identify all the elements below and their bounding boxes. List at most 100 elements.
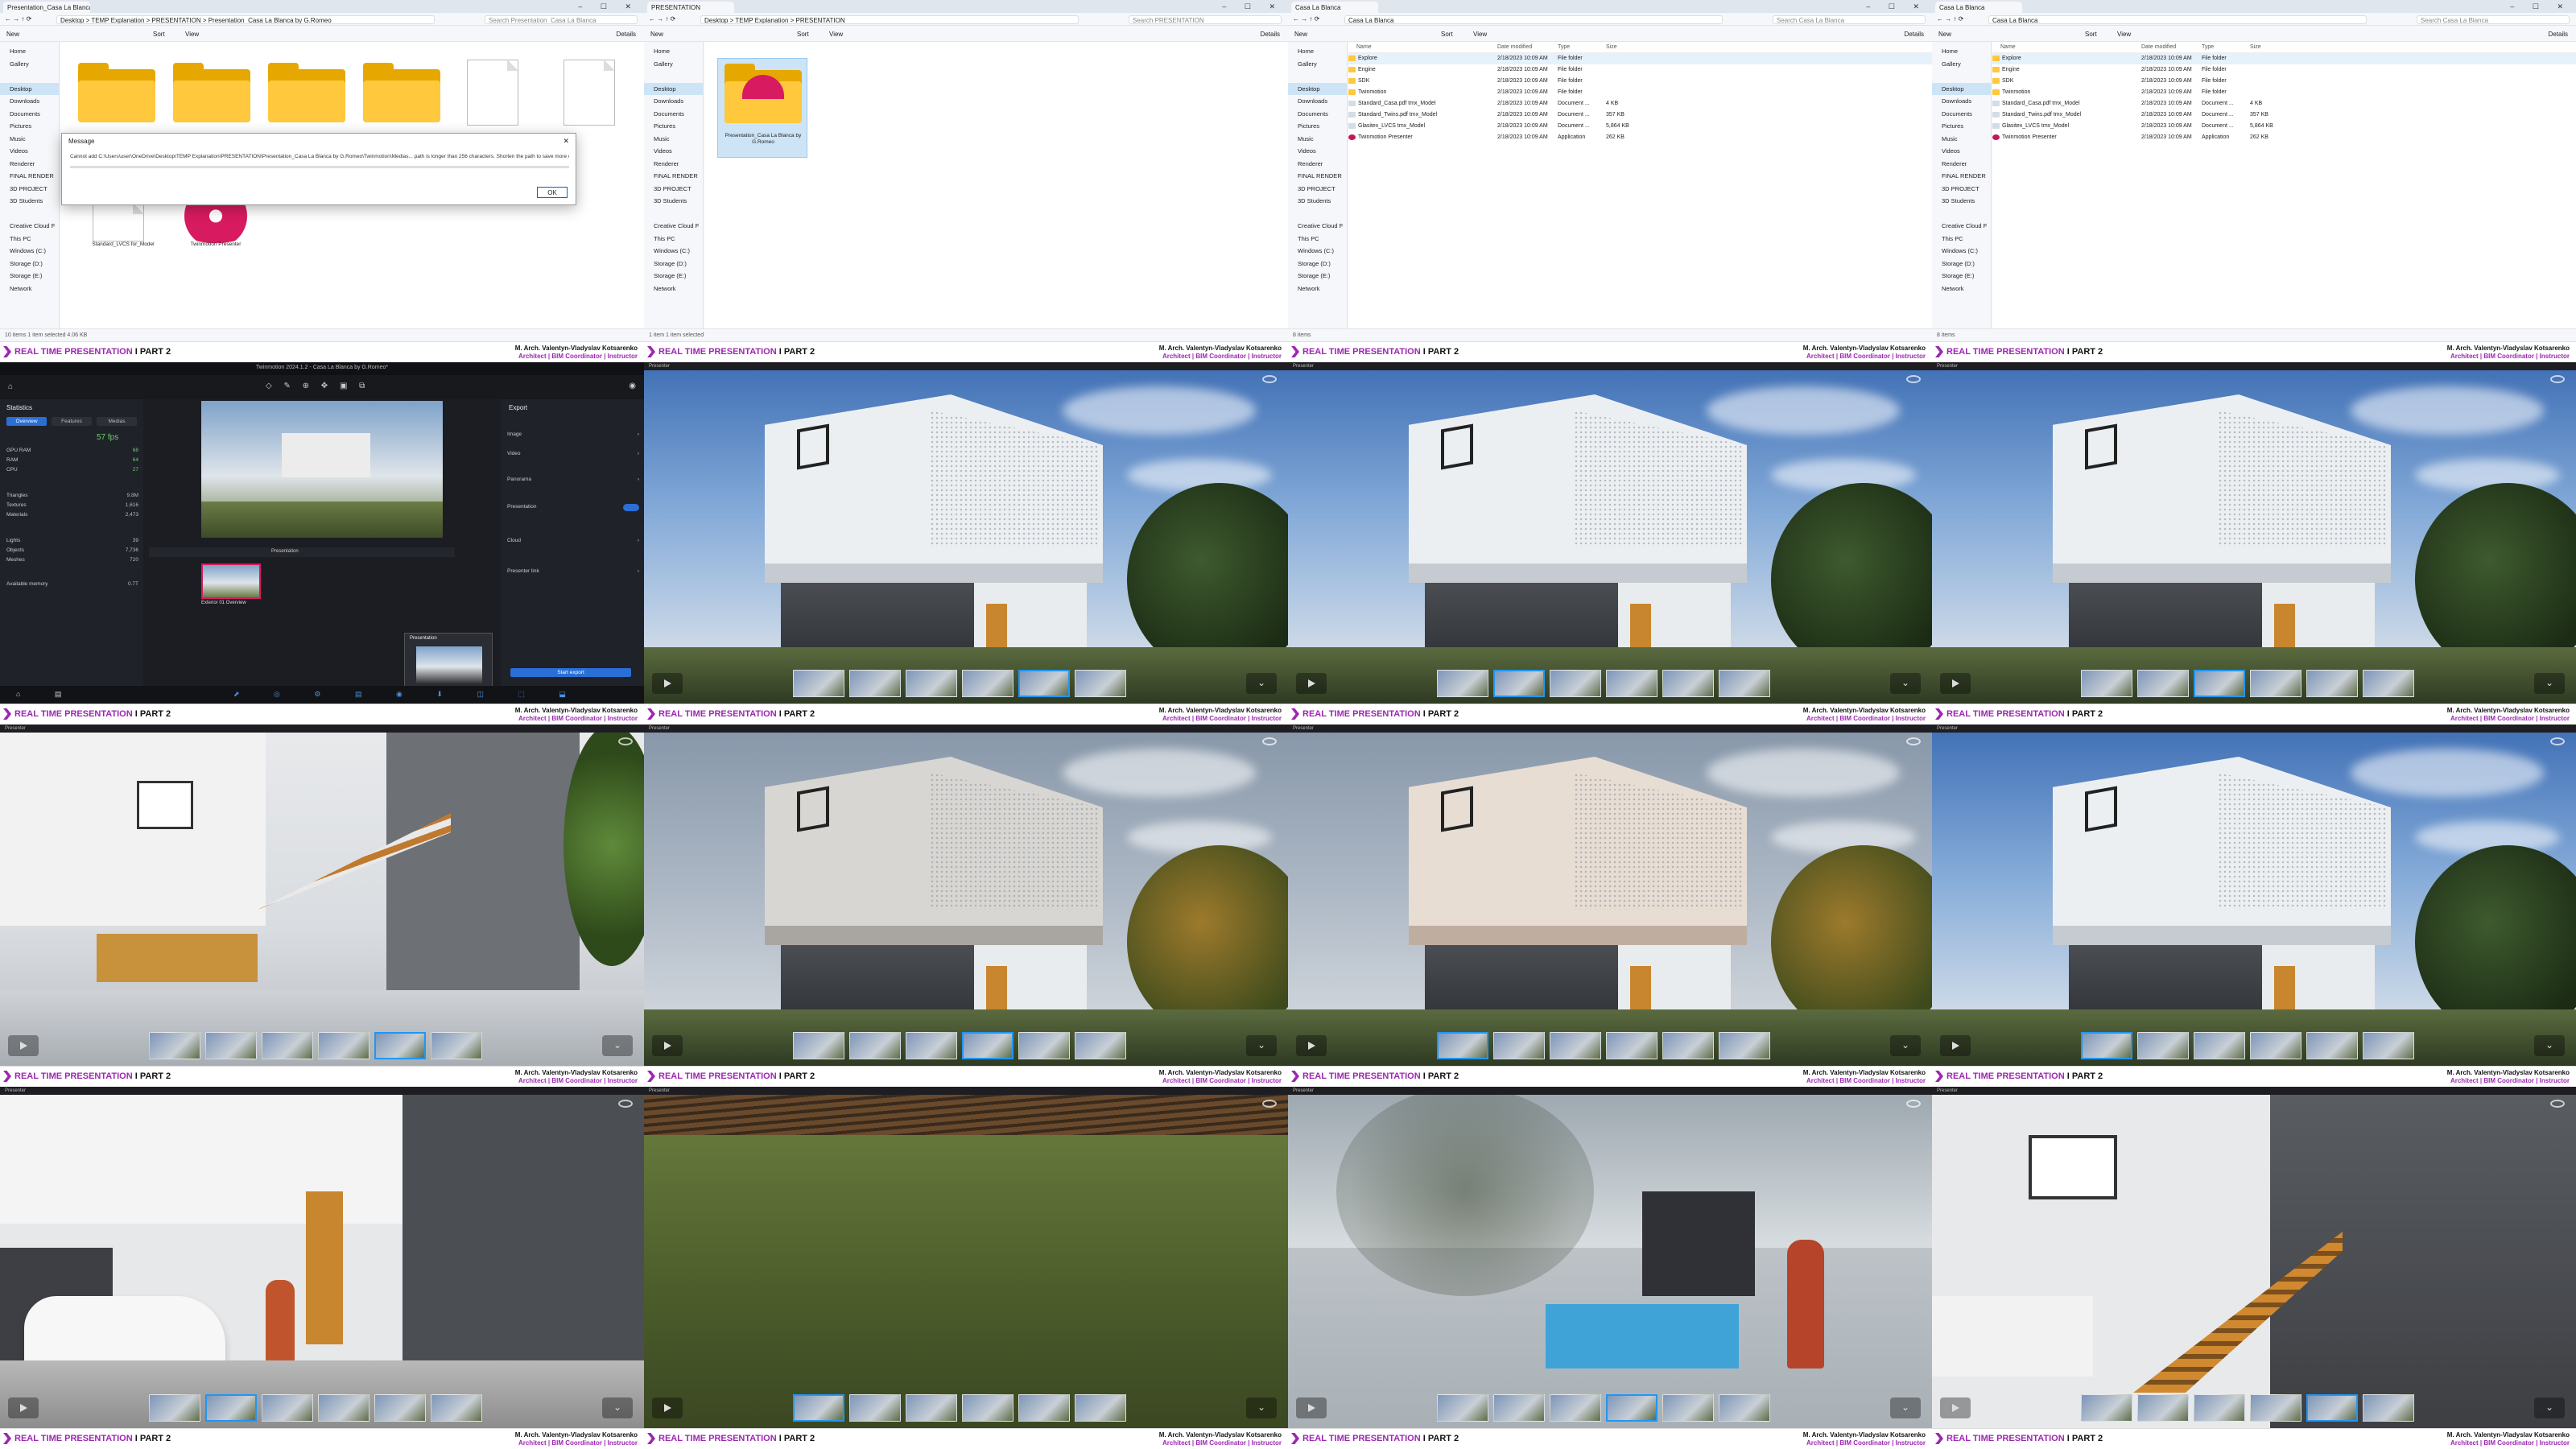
media-thumbnail[interactable]	[2081, 670, 2132, 697]
media-thumbnail[interactable]	[1018, 1394, 1070, 1422]
viewport[interactable]	[201, 401, 443, 538]
chevron-down-icon[interactable]: ⌄	[2534, 673, 2565, 694]
media-thumbnail[interactable]	[962, 1394, 1013, 1422]
tab-features[interactable]: Features	[52, 417, 92, 426]
tab-overview[interactable]: Overview	[6, 417, 47, 426]
media-thumbnail[interactable]	[1606, 1032, 1657, 1059]
chevron-down-icon[interactable]: ⌄	[1890, 1035, 1921, 1056]
nav-item[interactable]	[644, 208, 703, 221]
tab-medias[interactable]: Medias	[97, 417, 137, 426]
media-thumbnail[interactable]	[2194, 1394, 2245, 1422]
eye-icon[interactable]	[1906, 375, 1921, 383]
column-header[interactable]: Size	[2250, 44, 2261, 50]
export-option[interactable]: Video ›	[507, 451, 639, 460]
media-thumbnail[interactable]	[1493, 670, 1545, 697]
nav-item[interactable]: Storage (E:)	[0, 270, 59, 283]
exterior-scene[interactable]	[1288, 362, 1932, 704]
nav-item[interactable]: 3D Students	[1288, 195, 1347, 208]
nav-item[interactable]: Gallery	[1932, 58, 1991, 71]
search-input[interactable]: Search Presentation_Casa La Blanca	[485, 15, 638, 24]
nav-item[interactable]: Storage (D:)	[1932, 258, 1991, 270]
nav-item[interactable]: Music	[1932, 133, 1991, 146]
explorer-tab[interactable]: Presentation_Casa La Blanca	[3, 2, 90, 13]
view-button[interactable]: View	[2117, 31, 2131, 38]
toggle-switch[interactable]	[623, 504, 639, 511]
chevron-down-icon[interactable]: ⌄	[602, 1397, 633, 1418]
media-thumbnail[interactable]	[2250, 670, 2301, 697]
media-thumbnail[interactable]	[2250, 1394, 2301, 1422]
nav-item[interactable]: Renderer	[644, 158, 703, 171]
nav-item[interactable]: Storage (E:)	[1288, 270, 1347, 283]
media-thumbnail[interactable]	[1018, 1032, 1070, 1059]
media-thumbnail[interactable]	[1437, 1032, 1488, 1059]
ok-button[interactable]: OK	[537, 187, 568, 198]
user-icon[interactable]: ◉	[629, 382, 636, 390]
new-button[interactable]: New	[1294, 31, 1307, 38]
nav-item[interactable]: 3D PROJECT	[0, 183, 59, 196]
media-thumbnail[interactable]	[1075, 670, 1126, 697]
media-thumbnail[interactable]	[906, 670, 957, 697]
sort-button[interactable]: Sort	[1441, 31, 1453, 38]
play-button[interactable]	[652, 1397, 683, 1418]
nav-item[interactable]: Home	[1932, 45, 1991, 58]
media-thumbnail[interactable]	[318, 1032, 369, 1059]
media-thumbnail[interactable]	[793, 1032, 844, 1059]
sort-button[interactable]: Sort	[797, 31, 809, 38]
nav-item[interactable]: Network	[1932, 283, 1991, 295]
nav-item[interactable]: This PC	[644, 233, 703, 246]
media-thumbnail[interactable]	[1550, 1032, 1601, 1059]
media-thumbnail[interactable]	[849, 1394, 901, 1422]
list-item[interactable]: SDK 2/18/2023 10:09 AM File folder	[1992, 76, 2576, 87]
search-input[interactable]: Search PRESENTATION	[1129, 15, 1282, 24]
nav-item[interactable]: 3D PROJECT	[1288, 183, 1347, 196]
media-thumbnail[interactable]	[1719, 1394, 1770, 1422]
chevron-down-icon[interactable]: ⌄	[1246, 1035, 1277, 1056]
nav-item[interactable]: Storage (E:)	[644, 270, 703, 283]
media-thumbnail[interactable]	[2137, 670, 2189, 697]
nav-item[interactable]: Renderer	[1932, 158, 1991, 171]
list-item[interactable]: Standard_Casa.pdf tmx_Model 2/18/2023 10:…	[1348, 98, 1932, 109]
media-thumbnail[interactable]	[2137, 1394, 2189, 1422]
nav-item[interactable]: Creative Cloud F	[1932, 220, 1991, 233]
search-input[interactable]: Search Casa La Blanca	[1773, 15, 1926, 24]
eye-icon[interactable]	[2550, 737, 2565, 745]
export-option[interactable]: Cloud ›	[507, 538, 639, 547]
explorer-tab[interactable]: Casa La Blanca	[1935, 2, 2022, 13]
media-thumbnail[interactable]	[374, 1394, 426, 1422]
media-thumbnail[interactable]	[431, 1032, 482, 1059]
mode-icons[interactable]: ⌂ ▤	[16, 690, 77, 699]
nav-item[interactable]: Desktop	[644, 82, 703, 95]
nav-arrows-icon[interactable]: ← → ↑ ⟳	[649, 15, 675, 23]
media-thumbnail[interactable]	[1719, 670, 1770, 697]
stairs-scene[interactable]	[1932, 1087, 2576, 1428]
media-thumbnail[interactable]	[431, 1394, 482, 1422]
play-button[interactable]	[652, 673, 683, 694]
media-thumbnail[interactable]	[149, 1032, 200, 1059]
nav-item[interactable]: Home	[0, 45, 59, 58]
play-button[interactable]	[1940, 1397, 1971, 1418]
toolbar-tools-icon[interactable]: ◇ ✎ ⊕ ✥ ▣ ⧉	[266, 382, 369, 390]
view-button[interactable]: View	[1473, 31, 1487, 38]
nav-item[interactable]: Documents	[644, 108, 703, 121]
sort-button[interactable]: Sort	[2085, 31, 2097, 38]
media-thumbnail[interactable]	[1606, 1394, 1657, 1422]
nav-item[interactable]: 3D PROJECT	[1932, 183, 1991, 196]
list-item[interactable]: Twinmotion Presenter 2/18/2023 10:09 AM Ap…	[1992, 132, 2576, 143]
play-button[interactable]	[1296, 673, 1327, 694]
media-thumbnail[interactable]	[2363, 1394, 2414, 1422]
column-header[interactable]: Date modified	[1497, 44, 1532, 50]
media-thumbnail[interactable]	[318, 1394, 369, 1422]
view-button[interactable]: View	[829, 31, 843, 38]
media-thumbnail[interactable]	[2137, 1032, 2189, 1059]
media-thumbnail[interactable]	[962, 670, 1013, 697]
list-item[interactable]: Twinmotion 2/18/2023 10:09 AM File folder	[1992, 87, 2576, 98]
media-thumbnail[interactable]	[2194, 670, 2245, 697]
view-button[interactable]: View	[185, 31, 199, 38]
media-thumbnail[interactable]	[2363, 670, 2414, 697]
nav-arrows-icon[interactable]: ← → ↑ ⟳	[1937, 15, 1963, 23]
lawn-scene[interactable]	[644, 1087, 1288, 1428]
list-item[interactable]: Engine 2/18/2023 10:09 AM File folder	[1348, 64, 1932, 76]
play-button[interactable]	[8, 1035, 39, 1056]
nav-item[interactable]: 3D Students	[0, 195, 59, 208]
media-thumbnail[interactable]	[1550, 670, 1601, 697]
